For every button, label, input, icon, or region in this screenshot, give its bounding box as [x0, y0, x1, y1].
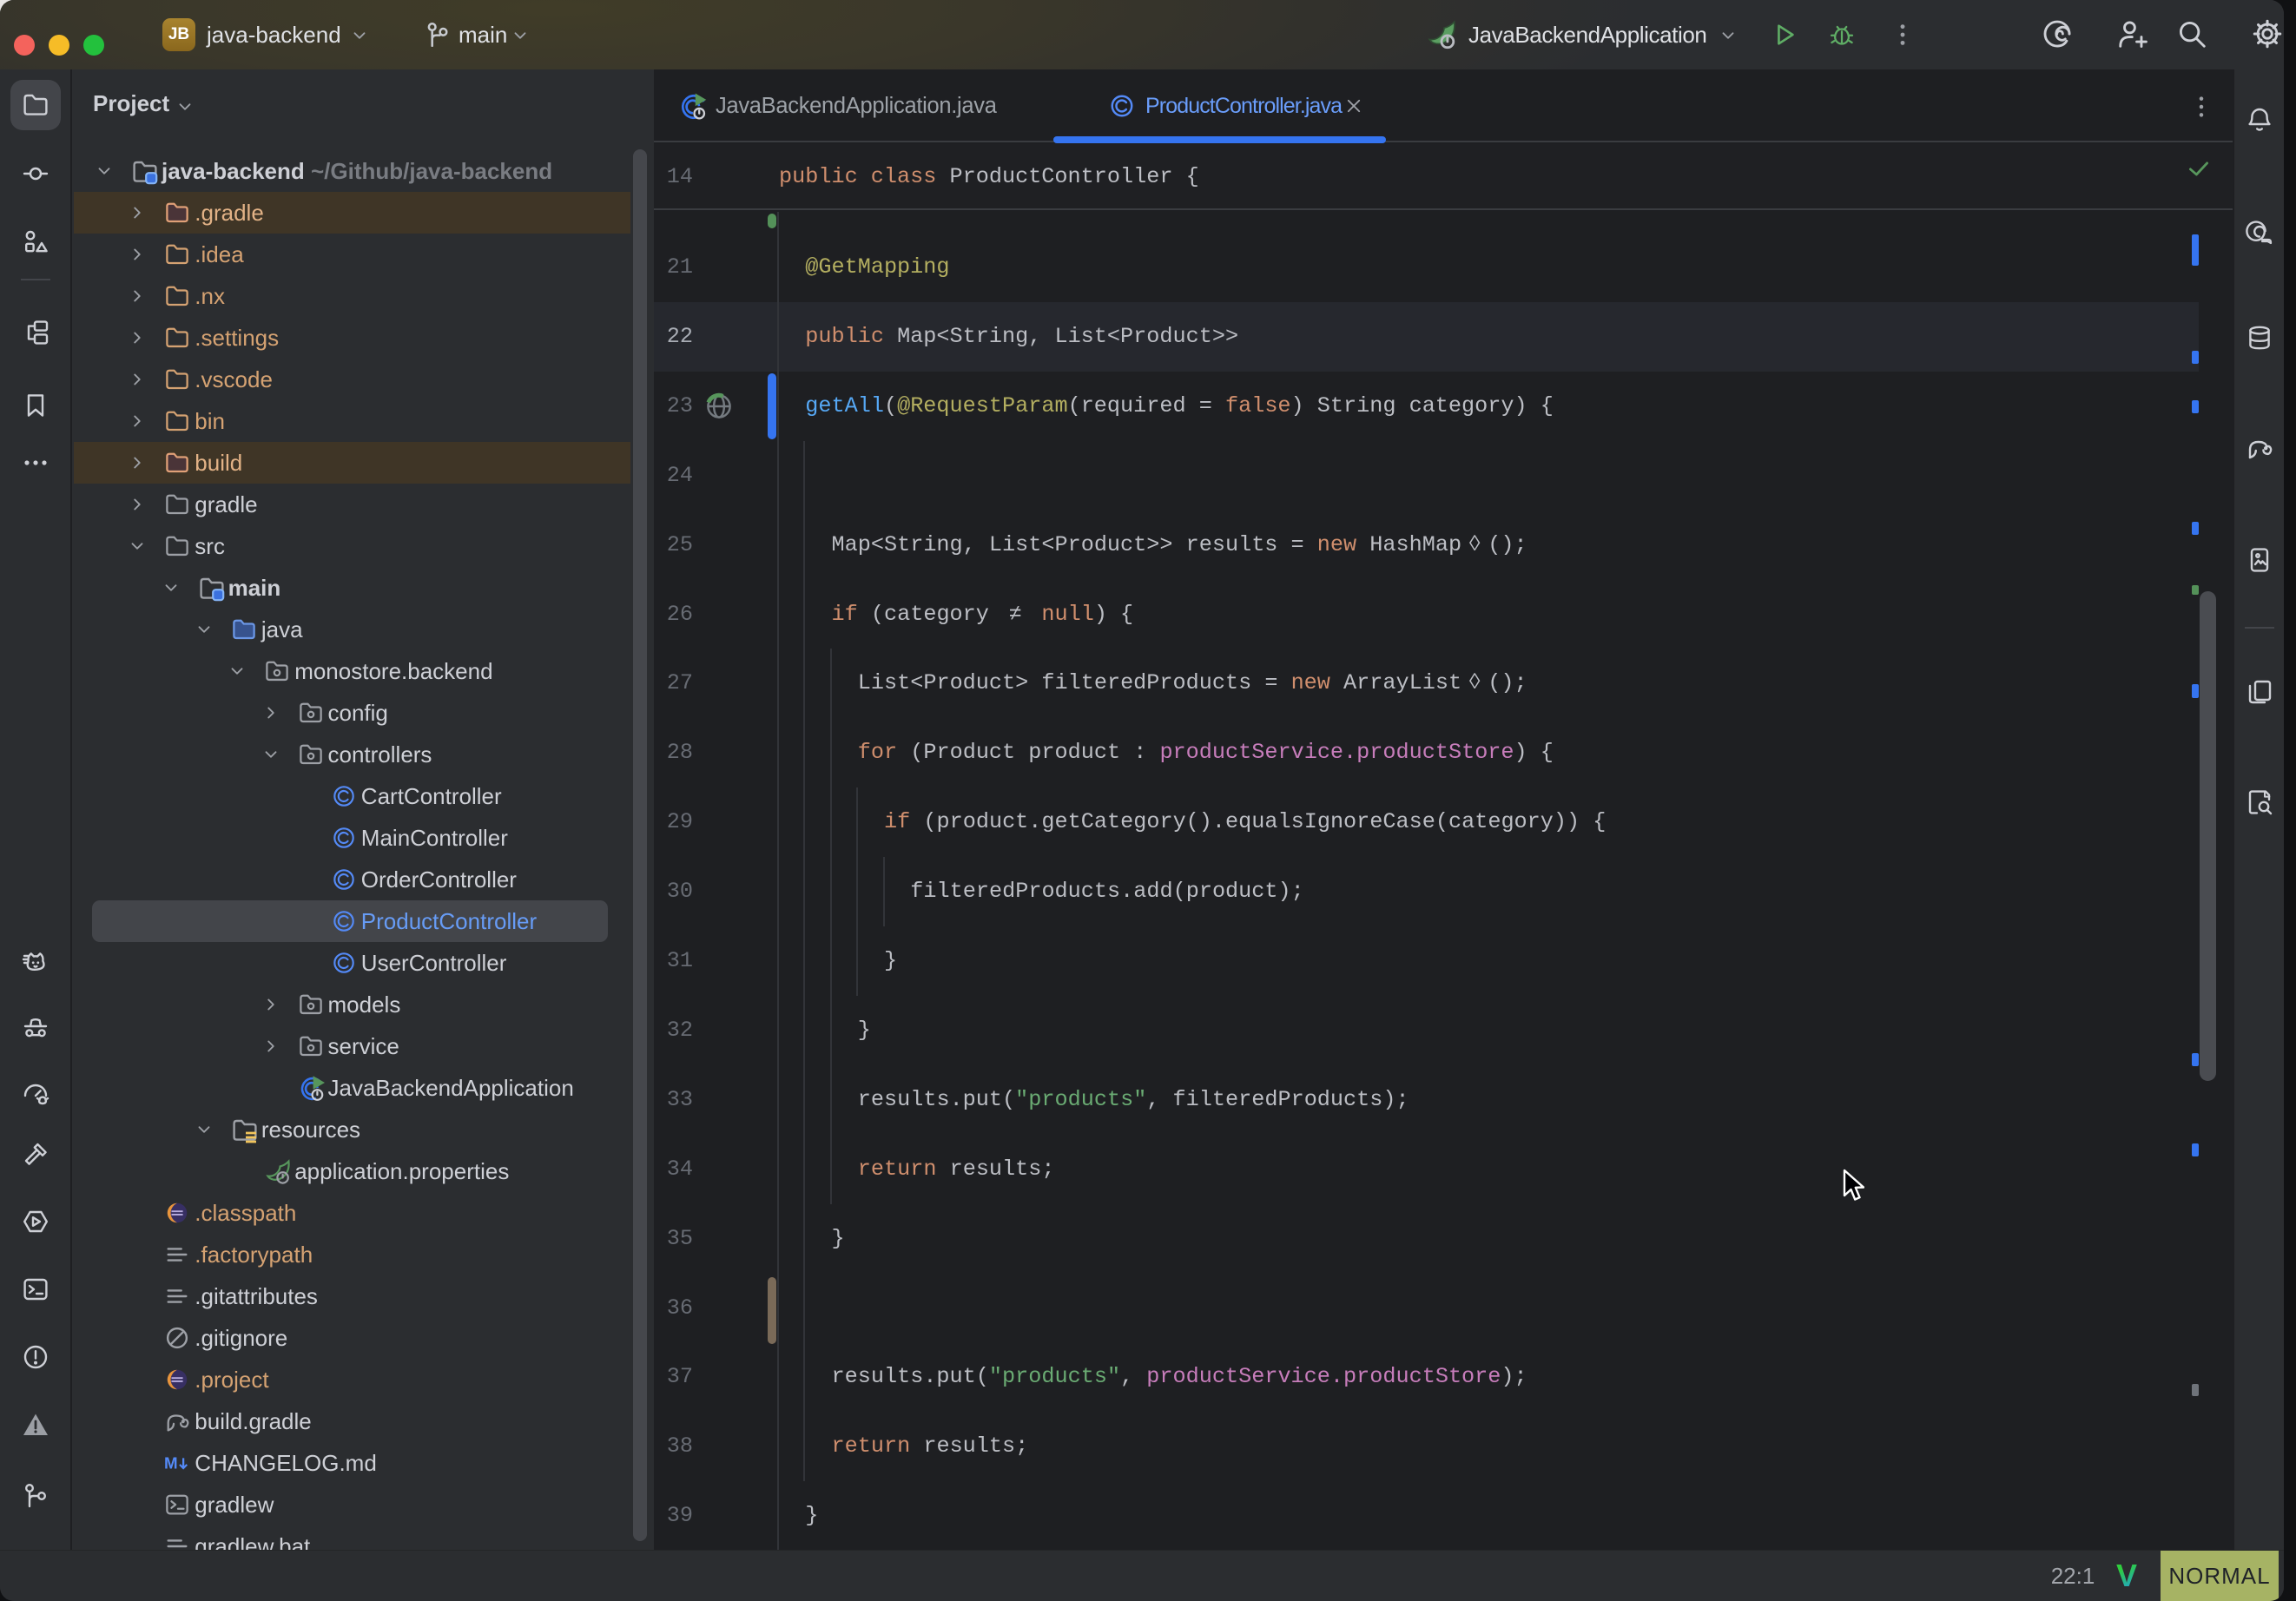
svg-text:M: M: [164, 1454, 178, 1473]
